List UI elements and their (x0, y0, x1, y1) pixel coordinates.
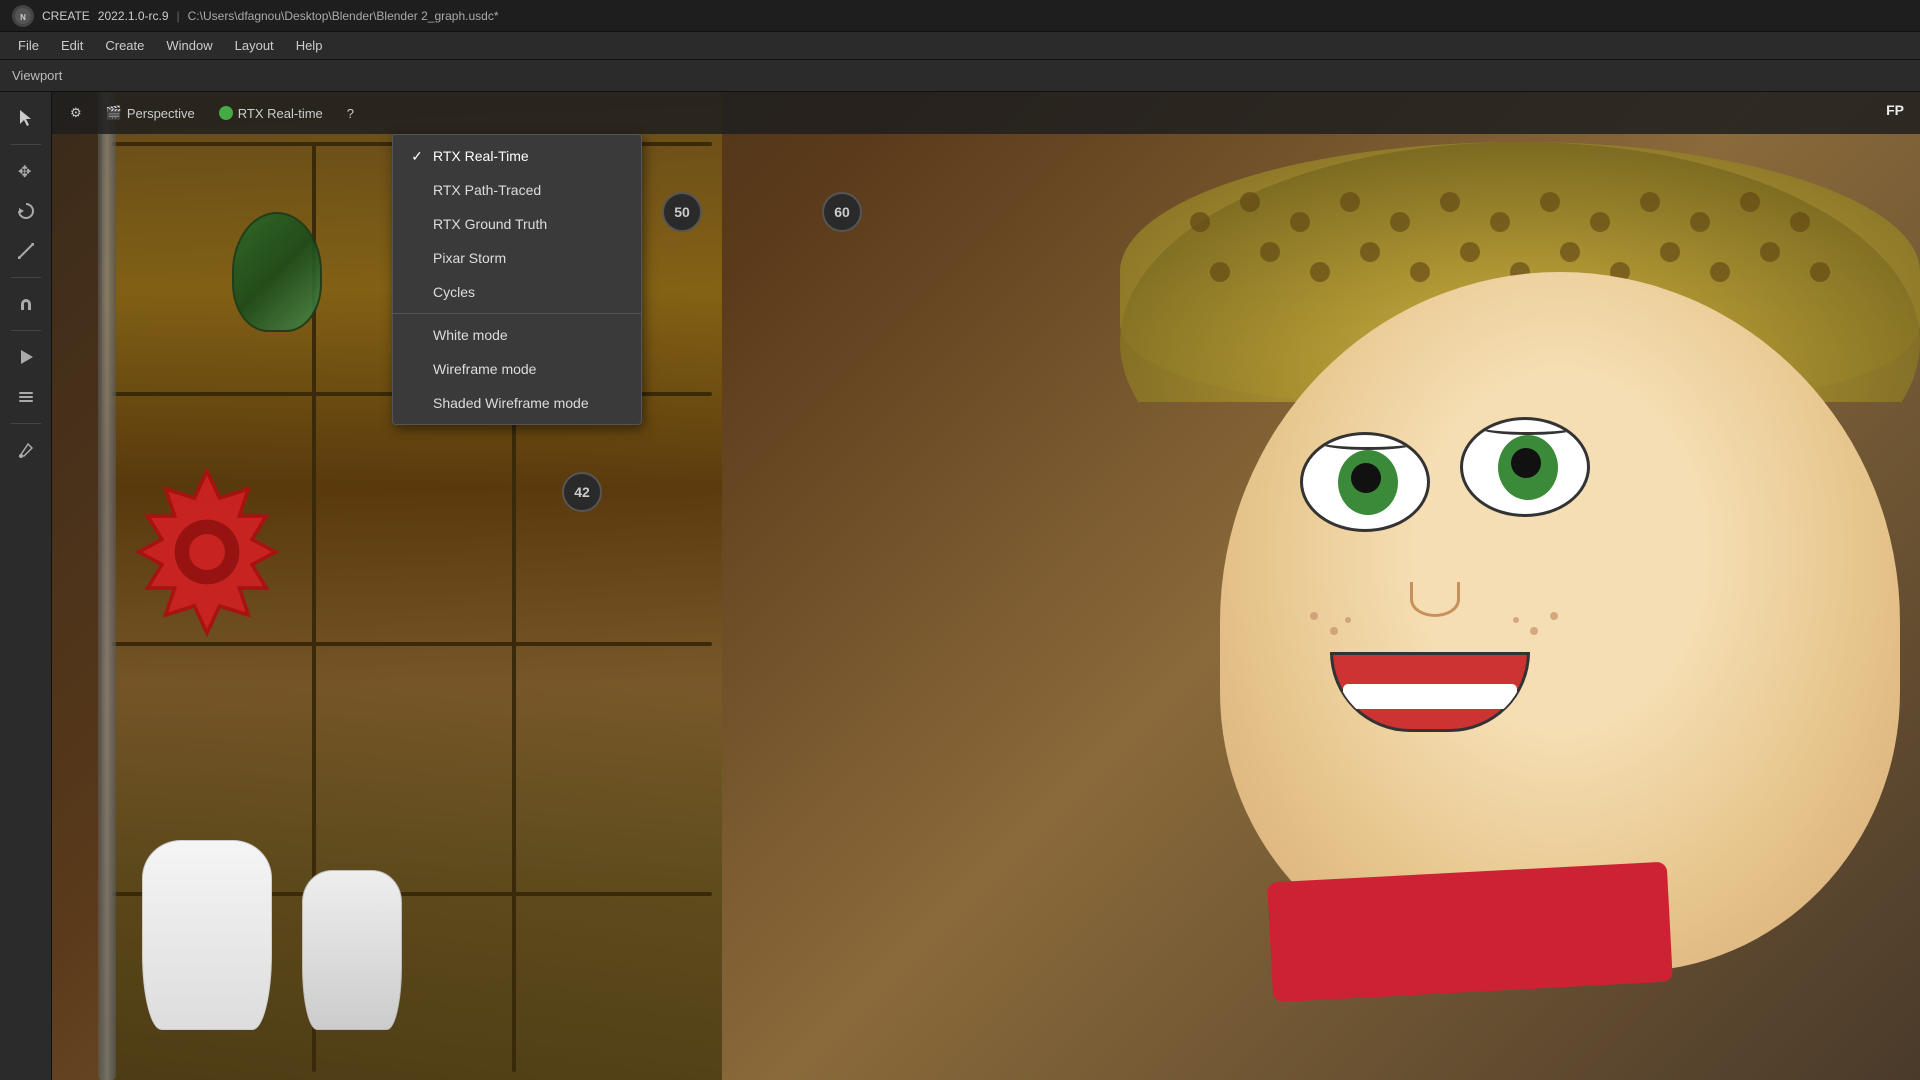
badge-60: 60 (822, 192, 862, 232)
toolbar-separator-4 (11, 423, 41, 424)
dropdown-label-rtx-pathtraced: RTX Path-Traced (433, 182, 541, 198)
dropdown-label-white-mode: White mode (433, 327, 508, 343)
viewport-settings-button[interactable]: ⚙ (60, 99, 92, 127)
rtx-dot-icon (219, 106, 233, 120)
menu-create[interactable]: Create (95, 36, 154, 55)
rtx-renderer-button[interactable]: RTX Real-time (209, 99, 333, 127)
left-toolbar: ✥ (0, 92, 52, 1080)
title-separator: | (177, 9, 180, 23)
scene-decoration: // Will render inline (52, 92, 1920, 1080)
perspective-label: Perspective (127, 106, 195, 121)
toolbar-separator-3 (11, 330, 41, 331)
title-bar: N CREATE 2022.1.0-rc.9 | C:\Users\dfagno… (0, 0, 1920, 32)
app-icon: N (12, 5, 34, 27)
svg-text:✥: ✥ (18, 164, 31, 181)
menu-file[interactable]: File (8, 36, 49, 55)
fp-label: FP (1886, 102, 1904, 118)
app-name: CREATE (42, 9, 90, 23)
dropdown-label-cycles: Cycles (433, 284, 475, 300)
tool-paint[interactable] (8, 432, 44, 468)
tool-rotate[interactable] (8, 193, 44, 229)
menu-help[interactable]: Help (286, 36, 333, 55)
viewport-label-bar: Viewport (0, 60, 1920, 92)
toolbar-separator-1 (11, 144, 41, 145)
dropdown-item-shaded-wireframe-mode[interactable]: Shaded Wireframe mode (393, 386, 641, 420)
help-icon: ? (347, 106, 354, 121)
dropdown-label-shaded-wireframe-mode: Shaded Wireframe mode (433, 395, 589, 411)
perspective-camera-button[interactable]: 🎬 Perspective (96, 99, 205, 127)
dropdown-item-rtx-groundtruth[interactable]: RTX Ground Truth (393, 207, 641, 241)
tool-layers[interactable] (8, 379, 44, 415)
tool-move[interactable]: ✥ (8, 153, 44, 189)
menu-window[interactable]: Window (156, 36, 222, 55)
dropdown-label-wireframe-mode: Wireframe mode (433, 361, 536, 377)
viewport: // Will render inline (52, 92, 1920, 1080)
dropdown-item-pixar-storm[interactable]: Pixar Storm (393, 241, 641, 275)
dropdown-label-pixar-storm: Pixar Storm (433, 250, 506, 266)
dropdown-item-wireframe-mode[interactable]: Wireframe mode (393, 352, 641, 386)
tool-play[interactable] (8, 339, 44, 375)
menu-bar: File Edit Create Window Layout Help (0, 32, 1920, 60)
rtx-label: RTX Real-time (238, 106, 323, 121)
viewport-toolbar: ⚙ 🎬 Perspective RTX Real-time ? (52, 92, 1920, 134)
dropdown-item-rtx-pathtraced[interactable]: RTX Path-Traced (393, 173, 641, 207)
dropdown-separator (393, 313, 641, 314)
camera-icon: 🎬 (106, 105, 122, 121)
dropdown-menu: ✓ RTX Real-Time RTX Path-Traced RTX Grou… (392, 134, 642, 425)
scene-background: // Will render inline (52, 92, 1920, 1080)
badge-50: 50 (662, 192, 702, 232)
tool-select[interactable] (8, 100, 44, 136)
file-path: C:\Users\dfagnou\Desktop\Blender\Blender… (188, 9, 499, 23)
tool-magnet[interactable] (8, 286, 44, 322)
dropdown-label-rtx-realtime: RTX Real-Time (433, 148, 529, 164)
main-area: ✥ (0, 92, 1920, 1080)
dropdown-item-rtx-realtime[interactable]: ✓ RTX Real-Time (393, 139, 641, 173)
dropdown-label-rtx-groundtruth: RTX Ground Truth (433, 216, 547, 232)
dropdown-item-white-mode[interactable]: White mode (393, 318, 641, 352)
dropdown-item-cycles[interactable]: Cycles (393, 275, 641, 309)
app-version: 2022.1.0-rc.9 (98, 9, 169, 23)
menu-layout[interactable]: Layout (225, 36, 284, 55)
viewport-label: Viewport (12, 68, 62, 83)
svg-text:N: N (20, 13, 26, 22)
viewport-help-button[interactable]: ? (337, 99, 364, 127)
tool-scale[interactable] (8, 233, 44, 269)
menu-edit[interactable]: Edit (51, 36, 93, 55)
badge-42: 42 (562, 472, 602, 512)
toolbar-separator-2 (11, 277, 41, 278)
checkmark-icon: ✓ (409, 148, 425, 165)
gear-icon: ⚙ (70, 105, 82, 121)
